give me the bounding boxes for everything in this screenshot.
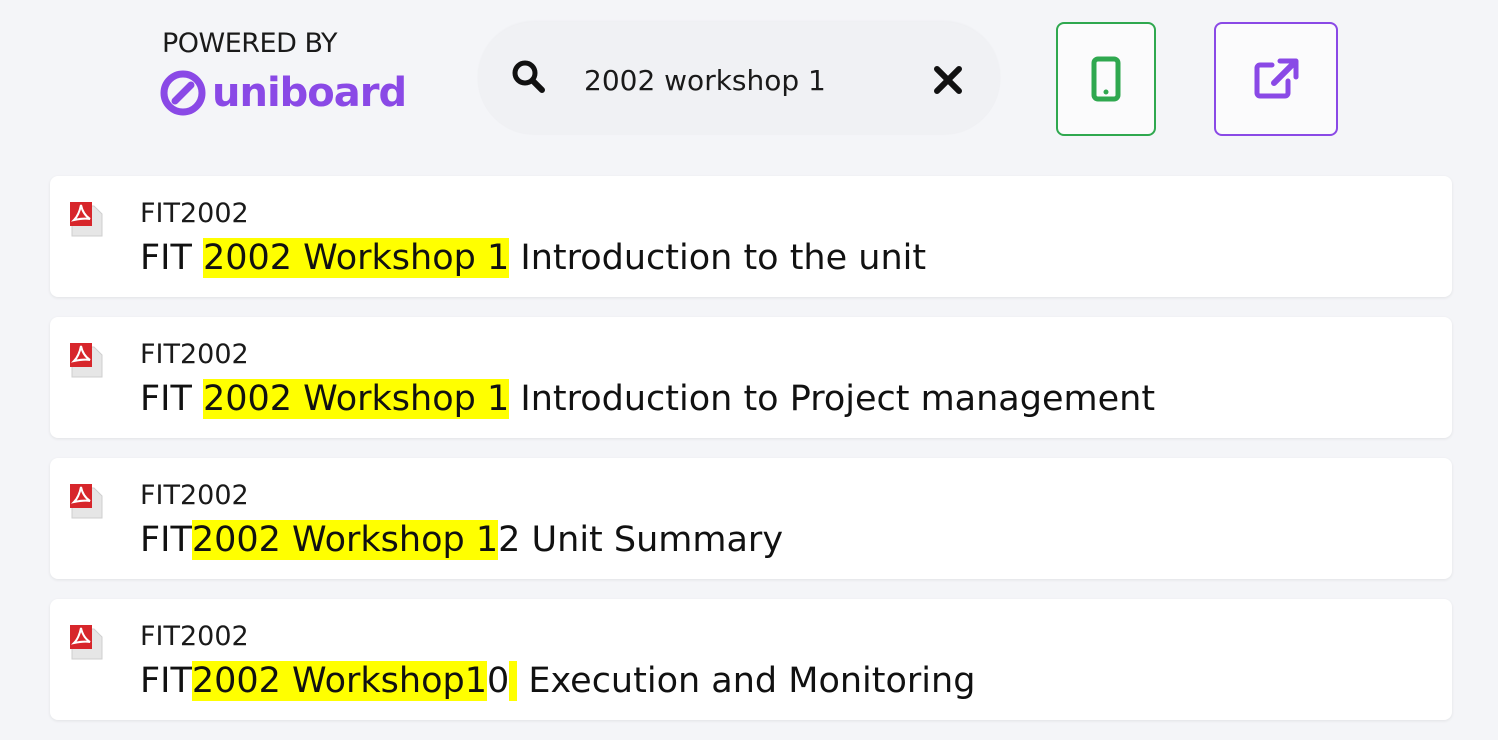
result-title-highlight: 2002 Workshop 1	[191, 520, 499, 560]
result-title: FIT2002 Workshop10 Execution and Monitor…	[140, 657, 975, 705]
result-unit-code: FIT2002	[140, 480, 249, 511]
search-result-item[interactable]: FIT2002 FIT2002 Workshop10 Execution and…	[50, 599, 1452, 720]
search-result-item[interactable]: FIT2002 FIT2002 Workshop 12 Unit Summary	[50, 458, 1452, 579]
search-result-item[interactable]: FIT2002 FIT 2002 Workshop 1 Introduction…	[50, 176, 1452, 297]
result-unit-code: FIT2002	[140, 621, 249, 652]
result-title-prefix: FIT	[140, 661, 192, 701]
brand-name: uniboard	[212, 70, 407, 116]
result-unit-code: FIT2002	[140, 339, 249, 370]
search-results-list: FIT2002 FIT 2002 Workshop 1 Introduction…	[50, 176, 1452, 740]
result-title-suffix: Introduction to the unit	[509, 238, 927, 278]
result-title-suffix: 2 Unit Summary	[498, 520, 784, 560]
result-unit-code: FIT2002	[140, 198, 249, 229]
open-external-button[interactable]	[1214, 22, 1338, 136]
mobile-phone-icon	[1091, 56, 1121, 102]
result-title-highlight: 2002 Workshop 1	[202, 379, 510, 419]
header: POWERED BY uniboard	[0, 0, 1498, 160]
search-bar[interactable]	[478, 22, 1000, 134]
close-icon[interactable]	[932, 64, 964, 96]
external-link-icon	[1254, 58, 1299, 99]
powered-by-label: POWERED BY	[162, 28, 338, 59]
brand-logo[interactable]: uniboard	[160, 70, 407, 116]
result-title-suffix: Introduction to Project management	[509, 379, 1156, 419]
mobile-view-button[interactable]	[1056, 22, 1156, 136]
result-title-prefix: FIT	[140, 238, 203, 278]
pdf-icon	[70, 484, 103, 519]
search-input[interactable]	[584, 62, 914, 98]
pdf-icon	[70, 625, 103, 660]
result-title-highlight: 2002 Workshop1	[191, 661, 487, 701]
result-title: FIT2002 Workshop 12 Unit Summary	[140, 516, 783, 564]
pdf-icon	[70, 202, 103, 237]
result-title-middle: 0	[487, 661, 518, 701]
result-title: FIT 2002 Workshop 1 Introduction to Proj…	[140, 375, 1155, 423]
result-title-highlight: 2002 Workshop 1	[202, 238, 510, 278]
result-title-prefix: FIT	[140, 520, 192, 560]
uniboard-logo-icon	[160, 70, 206, 116]
pdf-icon	[70, 343, 103, 378]
result-title-suffix: Execution and Monitoring	[517, 661, 976, 701]
search-icon[interactable]	[510, 58, 546, 94]
search-result-item[interactable]: FIT2002 FIT 2002 Workshop 1 Introduction…	[50, 317, 1452, 438]
result-title-prefix: FIT	[140, 379, 203, 419]
result-title: FIT 2002 Workshop 1 Introduction to the …	[140, 234, 926, 282]
